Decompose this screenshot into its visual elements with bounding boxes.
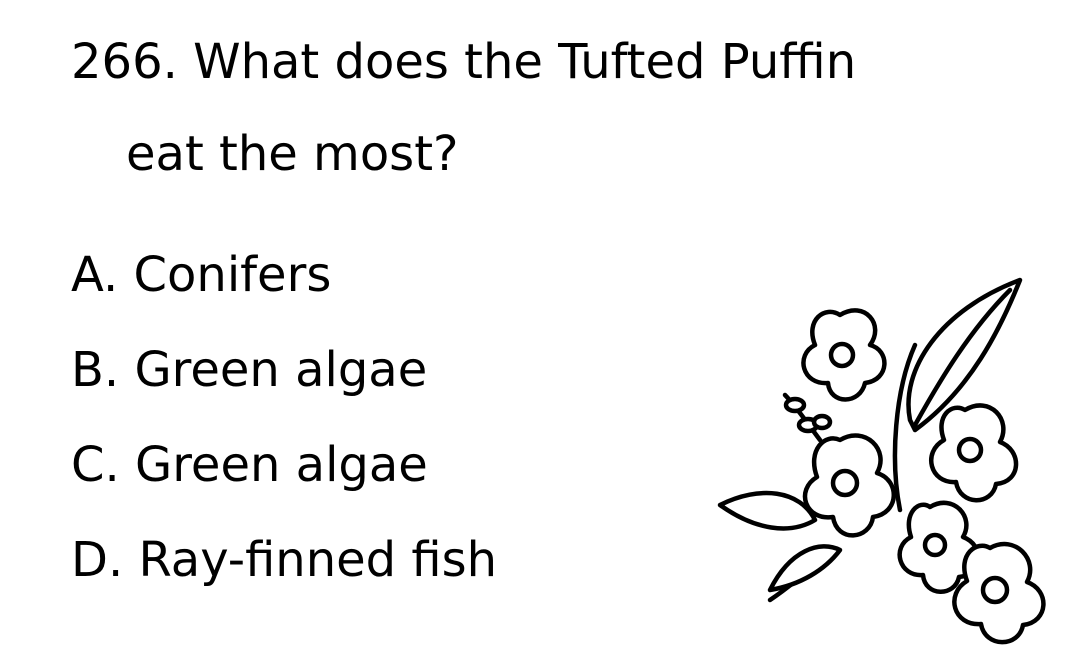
option-a[interactable]: A. Conifers (71, 245, 331, 305)
question-text-line-1: 266. What does the Tufted Puffin (71, 34, 857, 90)
option-d[interactable]: D. Ray-finned fish (71, 530, 497, 590)
question-text-line-2: eat the most? (126, 126, 459, 182)
option-c[interactable]: C. Green algae (71, 435, 428, 495)
option-b[interactable]: B. Green algae (71, 340, 427, 400)
flower-bouquet-icon (700, 270, 1070, 660)
